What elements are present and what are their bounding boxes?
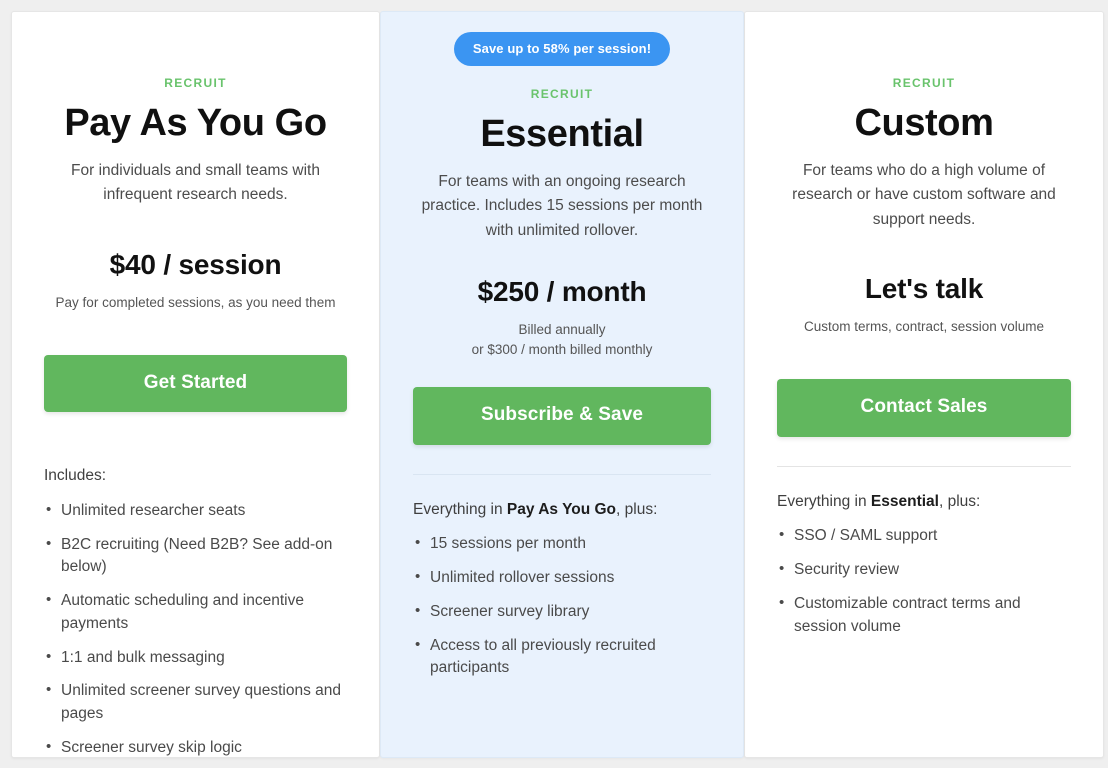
plan-title: Pay As You Go [64,102,327,144]
pricing-cards-row: RECRUIT Pay As You Go For individuals an… [0,11,1108,758]
plan-price-note-secondary: or $300 / month billed monthly [471,342,653,358]
price-block: Let's talk Custom terms, contract, sessi… [777,273,1071,337]
features-list: SSO / SAML support Security review Custo… [777,524,1071,639]
pricing-card-pay-as-you-go: RECRUIT Pay As You Go For individuals an… [11,11,380,758]
features-intro: Everything in Pay As You Go, plus: [413,498,711,521]
plan-price: Let's talk [864,273,984,304]
features-section: Includes: Unlimited researcher seats B2C… [44,464,347,768]
card-divider [777,465,1071,467]
plan-eyebrow: RECRUIT [892,76,956,90]
cta-wrapper: Contact Sales [777,379,1071,437]
cta-wrapper: Subscribe & Save [413,387,711,445]
plan-price-note-primary: Billed annually [518,322,606,338]
feature-item: Access to all previously recruited parti… [413,634,711,681]
get-started-button[interactable]: Get Started [44,354,347,413]
features-intro: Includes: [44,464,347,487]
cta-wrapper: Get Started [44,354,347,413]
plan-description: For teams who do a high volume of resear… [792,161,1056,228]
pricing-card-essential: Save up to 58% per session! RECRUIT Esse… [380,11,744,758]
price-block: $250 / month Billed annually or $300 / m… [413,276,711,360]
price-block: $40 / session Pay for completed sessions… [44,249,347,313]
feature-item: Unlimited rollover sessions [413,566,711,590]
feature-item: Customizable contract terms and session … [777,592,1071,639]
plan-eyebrow: RECRUIT [164,76,227,90]
plan-description: For teams with an ongoing research pract… [421,172,703,239]
pricing-page: RECRUIT Pay As You Go For individuals an… [0,0,1108,768]
features-intro-prefix: Everything in [413,500,507,518]
features-list: 15 sessions per month Unlimited rollover… [413,532,711,681]
feature-item: SSO / SAML support [777,524,1071,548]
features-intro-suffix: , plus: [616,500,658,518]
savings-badge: Save up to 58% per session! [453,32,671,66]
features-section: Everything in Pay As You Go, plus: 15 se… [413,498,711,691]
features-list: Unlimited researcher seats B2C recruitin… [44,499,347,760]
subscribe-and-save-button[interactable]: Subscribe & Save [413,387,711,445]
features-intro-bold: Essential [870,492,939,510]
feature-item: 15 sessions per month [413,532,711,556]
plan-price-note-primary: Pay for completed sessions, as you need … [55,294,336,310]
plan-price: $250 / month [477,276,647,307]
contact-sales-button[interactable]: Contact Sales [777,379,1071,437]
features-intro: Everything in Essential, plus: [777,490,1071,513]
features-intro-prefix: Includes: [44,467,107,485]
plan-price-note-primary: Custom terms, contract, session volume [803,319,1045,335]
features-section: Everything in Essential, plus: SSO / SAM… [777,490,1071,649]
plan-description: For individuals and small teams with inf… [71,161,320,204]
card-divider [413,473,711,475]
pricing-card-custom: RECRUIT Custom For teams who do a high v… [744,11,1104,758]
feature-item: Screener survey skip logic [44,736,347,760]
feature-item: B2C recruiting (Need B2B? See add-on bel… [44,533,347,580]
feature-item: Unlimited screener survey questions and … [44,679,347,726]
plan-price: $40 / session [109,248,282,280]
feature-item: Automatic scheduling and incentive payme… [44,589,347,636]
feature-item: 1:1 and bulk messaging [44,646,347,670]
plan-title: Essential [480,113,644,155]
feature-item: Screener survey library [413,600,711,624]
features-intro-suffix: , plus: [938,492,981,510]
plan-eyebrow: RECRUIT [530,87,594,101]
features-intro-prefix: Everything in [777,492,871,510]
feature-item: Unlimited researcher seats [44,499,347,523]
feature-item: Security review [777,558,1071,582]
features-intro-bold: Pay As You Go [506,500,617,518]
plan-title: Custom [854,102,994,144]
